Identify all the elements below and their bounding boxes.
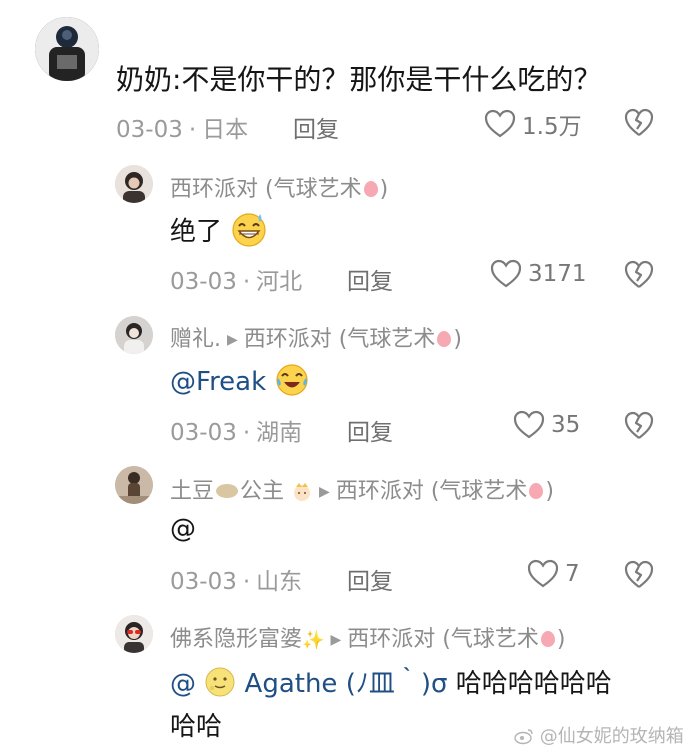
comment-text: 绝了 <box>170 217 223 247</box>
author-name[interactable]: 土豆 <box>170 479 214 504</box>
avatar-image <box>115 316 153 354</box>
reply-to-close: ) <box>556 627 566 652</box>
avatar[interactable] <box>35 17 99 81</box>
comment-author: 佛系隐形富婆✨ ▶ 西环派对 (气球艺术) <box>170 621 565 653</box>
comment-date: 03-03 <box>170 269 237 295</box>
reply-to-close: ) <box>453 327 462 352</box>
comment-date: 03-03 <box>116 117 183 143</box>
comment-text: 哈哈哈哈哈哈 <box>455 669 612 699</box>
broken-heart-icon <box>624 108 654 136</box>
avatar-image <box>115 165 153 203</box>
like-button[interactable]: 3171 <box>490 259 587 289</box>
author-suffix: (气球艺术 <box>265 177 362 202</box>
mention-prefix[interactable]: @ <box>170 669 196 699</box>
comment-meta: 03-03 · 山东 <box>170 569 303 595</box>
reply-to-name[interactable]: 西环派对 <box>244 327 332 352</box>
comment-text: @ <box>170 514 196 544</box>
avatar[interactable] <box>115 165 153 203</box>
like-button[interactable]: 7 <box>527 559 580 589</box>
reply-to-close: ) <box>545 479 555 504</box>
author-name[interactable]: 西环派对 <box>170 177 258 202</box>
heart-icon <box>527 559 559 588</box>
like-count: 3171 <box>528 261 587 287</box>
balloon-icon <box>437 331 452 347</box>
dislike-button[interactable] <box>624 560 654 594</box>
reply-button[interactable]: 回复 <box>347 562 393 596</box>
comment-author: 西环派对 (气球艺术) <box>170 171 388 203</box>
reply-button[interactable]: 回复 <box>293 110 339 144</box>
dislike-button[interactable] <box>624 108 654 142</box>
like-button[interactable]: 1.5万 <box>484 107 582 141</box>
avatar-image <box>115 466 153 504</box>
reply-to-name[interactable]: 西环派对 <box>347 627 435 652</box>
reply-arrow-icon: ▶ <box>330 632 342 648</box>
dislike-button[interactable] <box>624 411 654 445</box>
broken-heart-icon <box>624 260 654 288</box>
author-name[interactable]: 赠礼. <box>170 327 221 352</box>
broken-heart-icon <box>624 560 654 588</box>
laughing-sweat-emoji-icon <box>230 210 268 248</box>
author-close: ) <box>379 177 389 202</box>
broken-heart-icon <box>624 411 654 439</box>
comment-date: 03-03 <box>170 420 237 446</box>
avatar-image <box>115 615 153 653</box>
comment-date: 03-03 <box>170 569 237 595</box>
balloon-icon <box>529 483 544 499</box>
crying-laughing-emoji-icon <box>274 362 310 398</box>
watermark-text: @仙女妮的玫纳箱 <box>539 726 684 747</box>
like-count: 35 <box>551 412 581 438</box>
avatar[interactable] <box>115 316 153 354</box>
reply-arrow-icon: ▶ <box>319 484 330 500</box>
reply-arrow-icon: ▶ <box>227 332 238 348</box>
moon-face-icon <box>204 666 236 698</box>
heart-icon <box>490 259 522 288</box>
comment-author: 赠礼. ▶ 西环派对 (气球艺术) <box>170 321 462 353</box>
comment-meta: 03-03 · 日本 <box>116 117 249 143</box>
reply-to-suffix: (气球艺术 <box>338 327 436 352</box>
like-count: 1.5万 <box>522 114 582 140</box>
mention-link[interactable]: @Freak <box>170 367 266 397</box>
comment-text-row: @ Agathe (ﾉ皿｀)σ 哈哈哈哈哈哈 <box>170 663 612 700</box>
comment-location: 山东 <box>256 569 303 595</box>
comment-text: 奶奶:不是你干的？那你是干什么吃的？ <box>116 63 602 96</box>
potato-icon <box>216 484 239 498</box>
like-button[interactable]: 35 <box>513 410 580 440</box>
avatar-image <box>35 17 99 81</box>
author-name[interactable]: 佛系隐形富婆 <box>170 627 302 652</box>
like-count: 7 <box>565 561 580 587</box>
comment-meta: 03-03 · 湖南 <box>170 420 303 446</box>
heart-icon <box>484 109 516 138</box>
reply-to-suffix: (气球艺术 <box>442 627 539 652</box>
comment-location: 湖南 <box>256 420 303 446</box>
comment-text-row: 绝了 <box>170 210 268 248</box>
reply-button[interactable]: 回复 <box>347 262 393 296</box>
comment-location: 日本 <box>202 117 249 143</box>
sparkles-icon: ✨ <box>302 630 325 651</box>
dislike-button[interactable] <box>624 260 654 294</box>
comment-author: 土豆 公主 ▶ 西环派对 (气球艺术) <box>170 473 554 508</box>
avatar[interactable] <box>115 466 153 504</box>
heart-icon <box>513 410 545 439</box>
comment-text-row: @Freak <box>170 362 310 398</box>
avatar[interactable] <box>115 615 153 653</box>
mention-name[interactable]: Agathe (ﾉ皿｀)σ <box>245 669 448 699</box>
reply-to-suffix: (气球艺术 <box>430 479 528 504</box>
comment-text-line2: 哈哈 <box>170 712 223 742</box>
balloon-icon <box>540 631 555 647</box>
balloon-icon <box>363 181 378 197</box>
watermark: @仙女妮的玫纳箱 <box>514 722 684 750</box>
author-suffix: 公主 <box>240 479 285 504</box>
comment-location: 河北 <box>256 269 303 295</box>
princess-icon <box>291 480 313 508</box>
reply-to-name[interactable]: 西环派对 <box>336 479 424 504</box>
reply-button[interactable]: 回复 <box>347 413 393 447</box>
comment-meta: 03-03 · 河北 <box>170 269 303 295</box>
weibo-icon <box>514 727 534 750</box>
